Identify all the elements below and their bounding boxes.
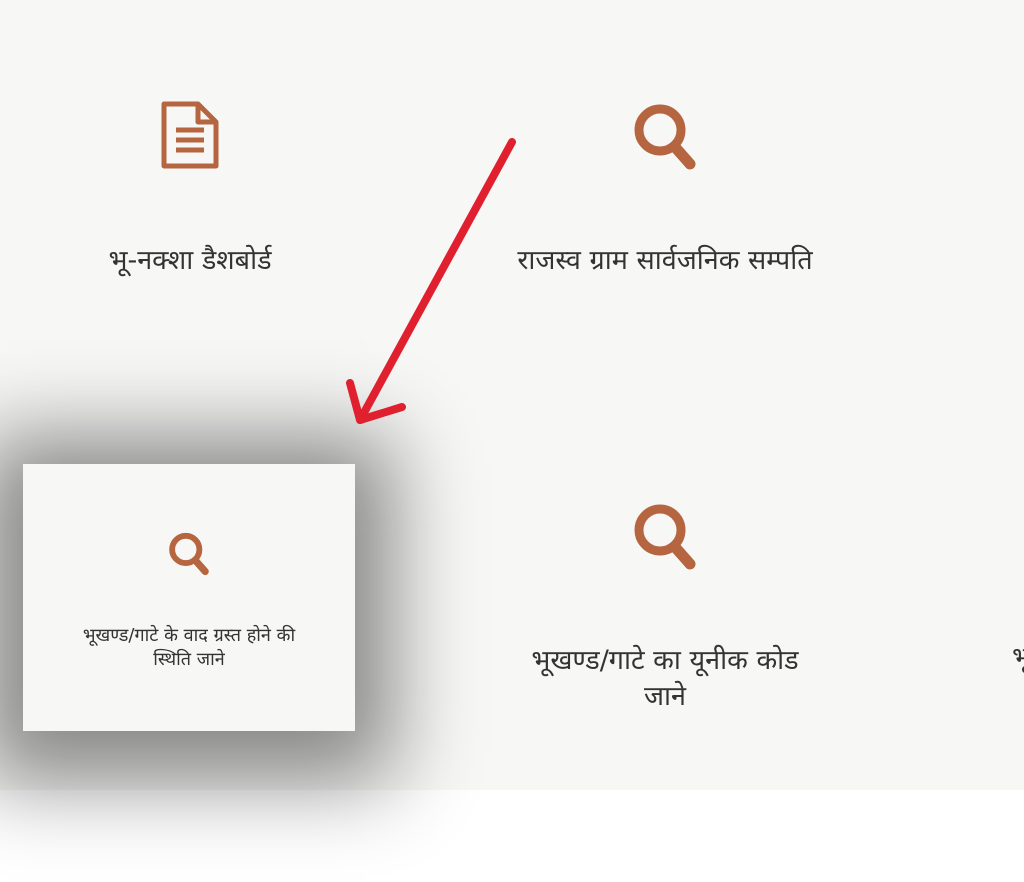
tile-label: भूखण्ड/गाटे के वाद ग्रस्त होने की स्थिति… [82, 625, 296, 670]
tile-label: भूखण्ड/गाटे का यूनीक कोड जाने [531, 645, 799, 712]
document-icon [161, 101, 219, 169]
tile-label: राजस्व ग्राम सार्वजनिक सम्पति [517, 245, 813, 276]
search-icon [634, 504, 696, 570]
search-icon [169, 532, 209, 576]
search-icon [634, 104, 696, 170]
tile-plot-unique-code[interactable]: भूखण्ड/गाटे का यूनीक कोड जाने [515, 500, 815, 715]
tile-revenue-village-public-property[interactable]: राजस्व ग्राम सार्वजनिक सम्पति [515, 100, 815, 279]
tile-partial-right[interactable]: भू [1012, 640, 1024, 680]
tile-bhu-naksha-dashboard[interactable]: भू-नक्शा डैशबोर्ड [40, 100, 340, 279]
tile-plot-dispute-status[interactable]: भूखण्ड/गाटे के वाद ग्रस्त होने की स्थिति… [23, 464, 355, 731]
tile-label: भू-नक्शा डैशबोर्ड [108, 245, 272, 276]
